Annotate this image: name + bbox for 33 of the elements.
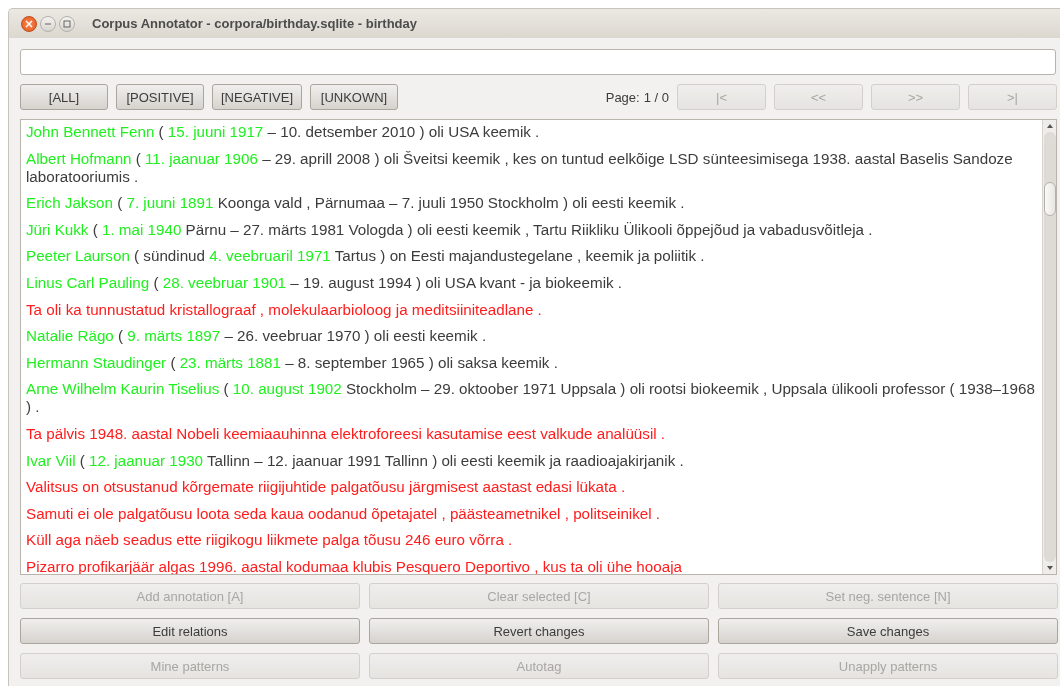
scroll-down-icon[interactable]: [1045, 565, 1054, 571]
maximize-icon[interactable]: [59, 15, 75, 32]
sentence[interactable]: Arne Wilhelm Kaurin Tiselius ( 10. august 1902 Stockholm – 29. oktoober 1971 Uppsala ) oli rootsi biokeemik , Uppsala ülikooli professor ( 1938–1968 ) .: [26, 380, 1036, 417]
sentence[interactable]: Küll aga näeb seadus ette riigikogu liikmete palga tõusu 246 euro võrra .: [26, 531, 1036, 550]
sentence[interactable]: Natalie Rägo ( 9. märts 1897 – 26. veebruar 1970 ) oli eesti keemik .: [26, 327, 1036, 346]
action-button[interactable]: Revert changes: [369, 618, 709, 644]
sentence[interactable]: Ta oli ka tunnustatud kristallograaf , molekulaarbioloog ja meditsiiniteadlane .: [26, 300, 1036, 319]
action-button[interactable]: Save changes: [718, 618, 1058, 644]
filter-button[interactable]: [POSITIVE]: [116, 84, 204, 110]
scrollbar[interactable]: [1042, 120, 1056, 574]
filter-button[interactable]: [UNKOWN]: [310, 84, 398, 110]
sentence[interactable]: Samuti ei ole palgatõusu loota seda kaua oodanud õpetajatel , päästeametnikel , politseinikel .: [26, 504, 1036, 523]
sentence[interactable]: Hermann Staudinger ( 23. märts 1881 – 8. september 1965 ) oli saksa keemik .: [26, 353, 1036, 372]
scroll-thumb[interactable]: [1043, 182, 1056, 216]
sentence[interactable]: John Bennett Fenn ( 15. juuni 1917 – 10. detsember 2010 ) oli USA keemik .: [26, 123, 1036, 141]
sentence[interactable]: Linus Carl Pauling ( 28. veebruar 1901 – 19. august 1994 ) oli USA kvant - ja biokeemik .: [26, 273, 1036, 292]
sentence[interactable]: Erich Jakson ( 7. juuni 1891 Koonga vald , Pärnumaa – 7. juuli 1950 Stockholm ) oli eesti keemik .: [26, 194, 1036, 213]
page-label: Page:: [605, 89, 640, 105]
query-field[interactable]: [20, 49, 1056, 75]
filter-button[interactable]: [NEGATIVE]: [212, 84, 302, 110]
sentence[interactable]: Jüri Kukk ( 1. mai 1940 Pärnu – 27. märts 1981 Vologda ) oli eesti keemik , Tartu Riikliku Ülikooli õppejõud ja vabadusvõitleja .: [26, 220, 1036, 239]
window-title: Corpus Annotator - corpora/birthday.sqlite - birthday: [92, 16, 417, 31]
page-counter: 1 / 0: [643, 89, 669, 105]
sentence[interactable]: Valitsus on otsustanud kõrgemate riigijuhtide palgatõusu järgmisest aastast edasi lükata .: [26, 478, 1036, 497]
action-button[interactable]: Edit relations: [20, 618, 360, 644]
filter-button[interactable]: [ALL]: [20, 84, 108, 110]
sentence[interactable]: Ta pälvis 1948. aastal Nobeli keemiaauhinna elektroforeesi kasutamise eest valkude analüüsil .: [26, 424, 1036, 443]
minimize-icon[interactable]: [40, 15, 56, 32]
close-icon[interactable]: [21, 15, 37, 32]
scroll-up-icon[interactable]: [1045, 123, 1054, 129]
sentence[interactable]: Albert Hofmann ( 11. jaanuar 1906 – 29. aprill 2008 ) oli Šveitsi keemik , kes on tuntud eelkõige LSD sünteesimisega 1938. aastal Baselis Sandoze laboratooriumis .: [26, 149, 1036, 186]
sentence[interactable]: Peeter Laurson ( sündinud 4. veebruaril 1971 Tartus ) on Eesti majandustegelane , keemik ja poliitik .: [26, 247, 1036, 266]
sentence[interactable]: Ivar Viil ( 12. jaanuar 1930 Tallinn – 12. jaanuar 1991 Tallinn ) oli eesti keemik ja raadioajakirjanik .: [26, 451, 1036, 470]
